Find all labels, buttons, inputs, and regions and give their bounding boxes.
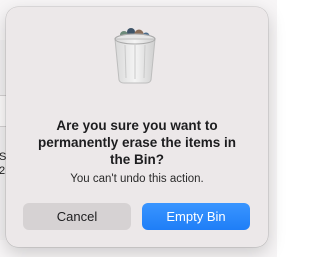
dialog-message: You can't undo this action. bbox=[70, 173, 204, 185]
empty-bin-dialog: Are you sure you want to permanently era… bbox=[6, 7, 268, 247]
dialog-title: Are you sure you want to permanently era… bbox=[37, 118, 237, 167]
trash-bin-icon bbox=[114, 28, 156, 84]
cancel-button[interactable]: Cancel bbox=[23, 203, 131, 230]
empty-bin-button[interactable]: Empty Bin bbox=[142, 203, 250, 230]
